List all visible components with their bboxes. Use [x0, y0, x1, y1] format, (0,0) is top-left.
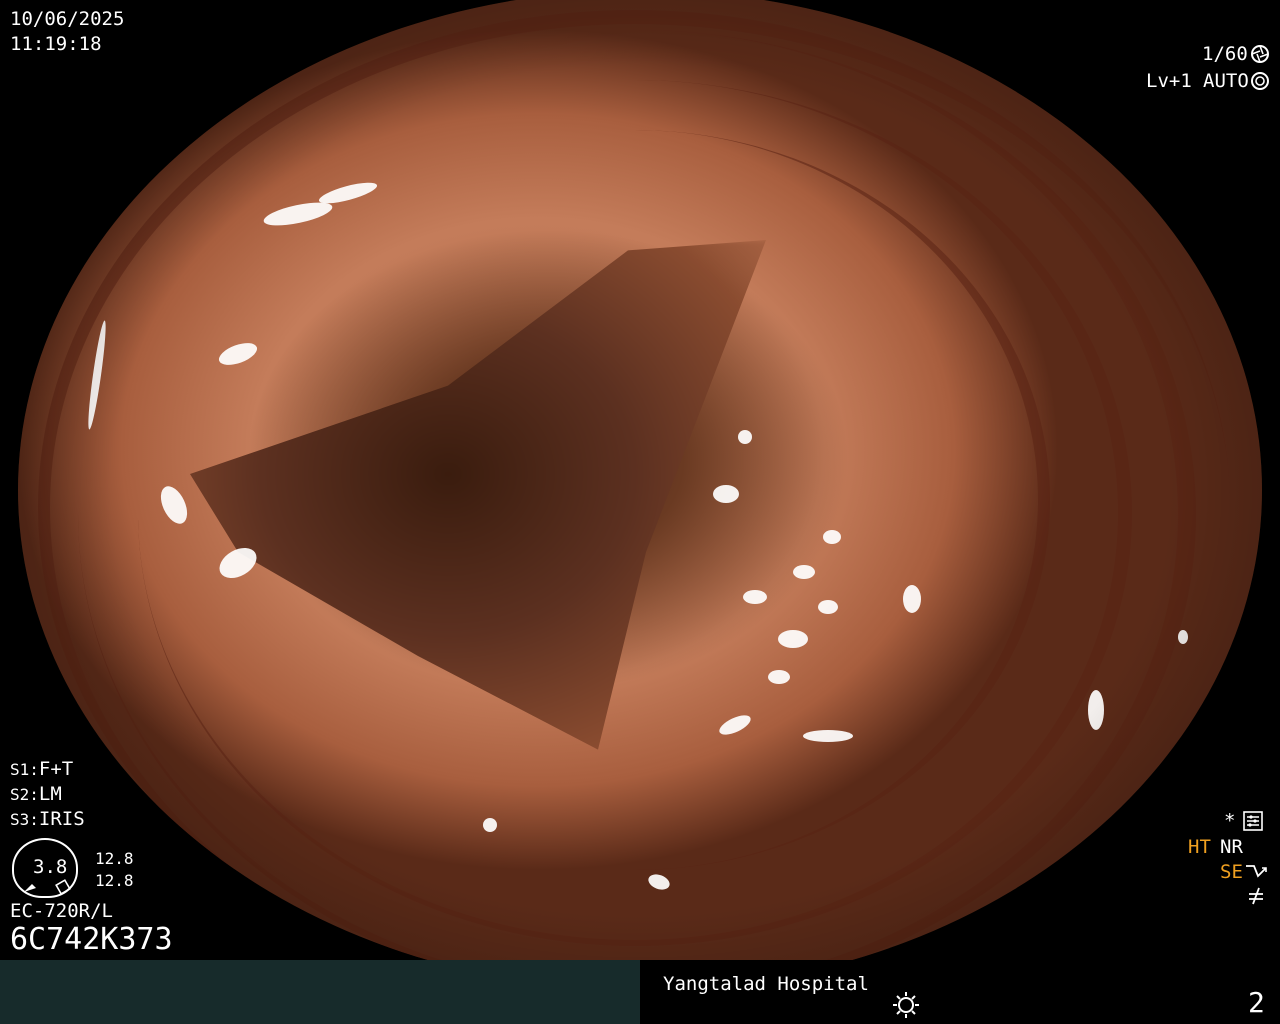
- setting-s2: S2:LM: [10, 783, 62, 806]
- gauge-bottom-reading: 12.8: [95, 871, 134, 890]
- nr-indicator: NR: [1220, 836, 1243, 858]
- setting-s3-value: IRIS: [38, 808, 85, 830]
- setting-s2-value: LM: [38, 783, 62, 805]
- time-label: 11:19:18: [10, 33, 102, 55]
- setting-s2-key: S2:: [10, 785, 39, 804]
- gauge-marker-icon: [22, 878, 72, 894]
- ht-indicator: HT: [1188, 836, 1211, 858]
- footer-bar: Yangtalad Hospital 2: [0, 960, 1280, 1024]
- setting-s1-key: S1:: [10, 760, 39, 779]
- endoscope-view: [18, 0, 1262, 990]
- mode-label: AUTO: [1203, 70, 1249, 92]
- hospital-name: Yangtalad Hospital: [663, 973, 869, 995]
- date-label: 10/06/2025: [10, 8, 125, 30]
- aperture-icon: [1250, 44, 1270, 64]
- gauge-top-reading: 12.8: [95, 849, 134, 868]
- page-number: 2: [1248, 986, 1265, 1019]
- not-equal-icon: [1246, 886, 1266, 906]
- specular-highlight: [968, 915, 982, 929]
- level-label: Lv+1: [1146, 70, 1192, 92]
- specular-highlight: [1000, 14, 1056, 76]
- settings-panel-icon: [1243, 811, 1263, 831]
- star-indicator: *: [1224, 810, 1236, 832]
- scope-model: EC-720R/L: [10, 900, 113, 922]
- setting-s1: S1:F+T: [10, 758, 73, 781]
- scope-serial: 6C742K373: [10, 922, 173, 957]
- shutter-label: 1/60: [1202, 43, 1248, 65]
- se-indicator: SE: [1220, 861, 1243, 883]
- vignette: [18, 0, 1262, 990]
- specular-highlight: [183, 78, 199, 92]
- iris-icon: [1250, 71, 1270, 91]
- setting-s3-key: S3:: [10, 810, 39, 829]
- gauge-value: 3.8: [33, 856, 68, 878]
- sun-icon: [890, 990, 922, 1020]
- setting-s1-value: F+T: [38, 758, 74, 780]
- enhance-icon: [1244, 862, 1268, 882]
- setting-s3: S3:IRIS: [10, 808, 85, 831]
- footer-left-panel: [0, 960, 640, 1024]
